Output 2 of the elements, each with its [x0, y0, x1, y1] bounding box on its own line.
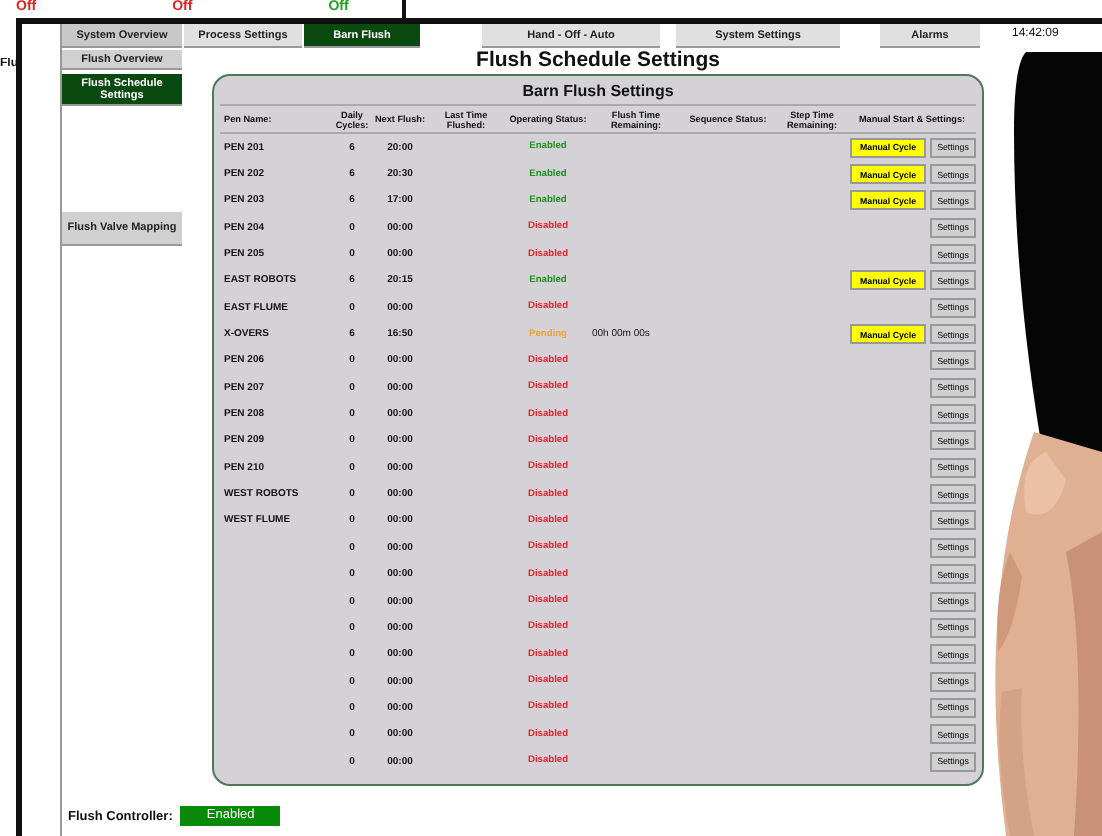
panel-title: Barn Flush Settings: [220, 80, 976, 106]
page-title: Flush Schedule Settings: [474, 48, 722, 74]
